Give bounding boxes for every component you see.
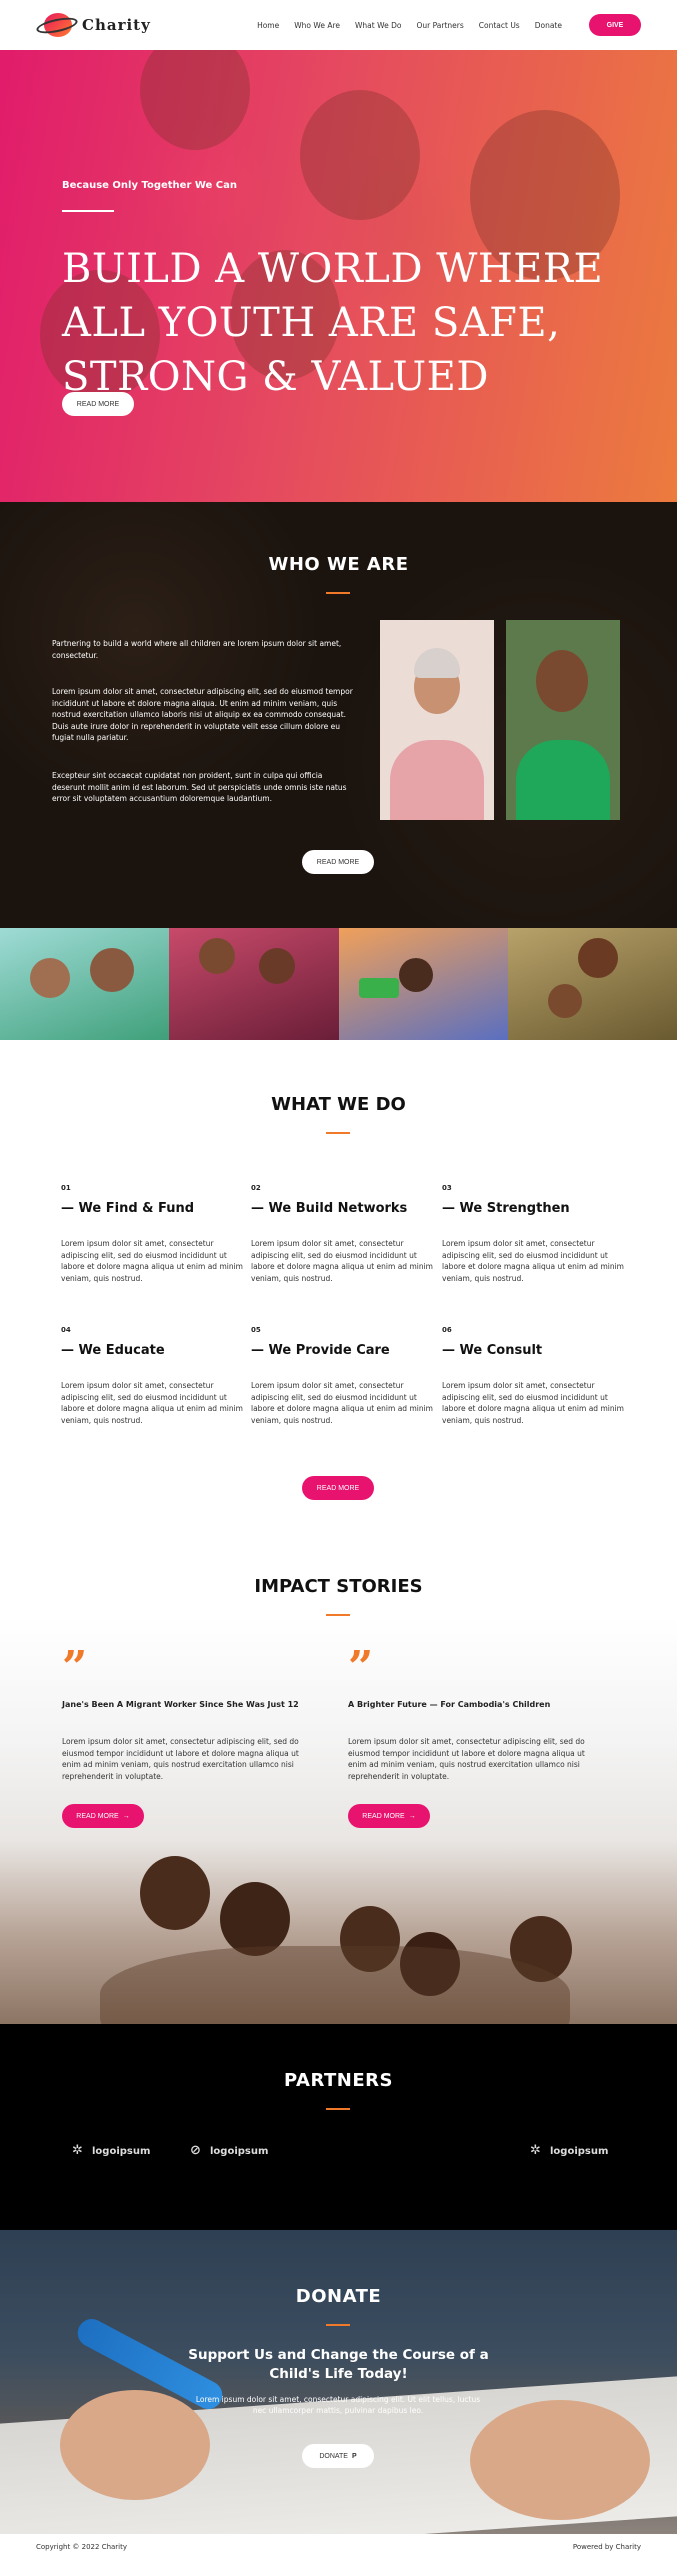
who-divider xyxy=(326,592,350,594)
who-read-more-button[interactable]: READ MORE xyxy=(302,850,374,874)
partners-section: PARTNERS ✲ logoipsum ⊘ logoipsum ✲ logoi… xyxy=(0,2024,677,2230)
hero-read-more-button[interactable]: READ MORE xyxy=(62,392,134,416)
what-we-do-title: WHAT WE DO xyxy=(271,1094,406,1115)
nav-our-partners[interactable]: Our Partners xyxy=(416,21,463,30)
who-paragraph-1: Partnering to build a world where all ch… xyxy=(52,639,342,660)
service-number: 02 xyxy=(251,1184,261,1192)
partner-logo-text: logoipsum xyxy=(92,2145,151,2157)
partner-logo-icon: ⊘ xyxy=(190,2143,201,2158)
service-body: Lorem ipsum dolor sit amet, consectetur … xyxy=(251,1381,433,1425)
main-nav: Home Who We Are What We Do Our Partners … xyxy=(257,14,641,36)
service-title: — We Provide Care xyxy=(251,1343,390,1358)
donate-subtitle: Support Us and Change the Course of a Ch… xyxy=(0,2346,677,2384)
service-title: — We Find & Fund xyxy=(61,1201,195,1216)
who-paragraph-2: Lorem ipsum dolor sit amet, consectetur … xyxy=(52,687,353,742)
partner-logo-text: logoipsum xyxy=(550,2145,609,2157)
story-2-read-more-label: READ MORE xyxy=(362,1812,405,1820)
who-we-are-section: WHO WE ARE Partnering to build a world w… xyxy=(0,502,677,928)
service-strengthen: 03 — We Strengthen Lorem ipsum dolor sit… xyxy=(442,1184,632,1284)
hero-title: BUILD A WORLD WHERE ALL YOUTH ARE SAFE, … xyxy=(62,246,604,400)
story-2-read-more-button[interactable]: READ MORE → xyxy=(348,1804,430,1828)
partner-logo-2[interactable]: ⊘ logoipsum xyxy=(190,2144,268,2158)
story-2-body: Lorem ipsum dolor sit amet, consectetur … xyxy=(348,1737,585,1781)
partners-divider xyxy=(326,2108,350,2110)
photo-kids-outdoors xyxy=(507,928,677,1040)
what-divider xyxy=(326,1132,350,1134)
story-1-read-more-label: READ MORE xyxy=(76,1812,119,1820)
service-build-networks: 02 — We Build Networks Lorem ipsum dolor… xyxy=(251,1184,441,1284)
service-find-fund: 01 — We Find & Fund Lorem ipsum dolor si… xyxy=(61,1184,251,1284)
service-body: Lorem ipsum dolor sit amet, consectetur … xyxy=(61,1239,243,1283)
arrow-right-icon: → xyxy=(408,1812,416,1820)
service-number: 05 xyxy=(251,1326,261,1334)
service-body: Lorem ipsum dolor sit amet, consectetur … xyxy=(61,1381,243,1425)
hero-eyebrow: Because Only Together We Can xyxy=(62,180,238,191)
service-educate: 04 — We Educate Lorem ipsum dolor sit am… xyxy=(61,1326,251,1426)
portrait-woman-green xyxy=(506,620,620,820)
site-header: Charity Home Who We Are What We Do Our P… xyxy=(0,0,677,50)
service-title: — We Educate xyxy=(61,1343,165,1358)
service-body: Lorem ipsum dolor sit amet, consectetur … xyxy=(442,1381,624,1425)
arrow-right-icon: → xyxy=(122,1812,130,1820)
donate-background-hand xyxy=(470,2400,650,2520)
donate-divider xyxy=(326,2324,350,2326)
nav-donate[interactable]: Donate xyxy=(535,21,562,30)
quote-icon: ” xyxy=(348,1642,374,1693)
service-body: Lorem ipsum dolor sit amet, consectetur … xyxy=(442,1239,624,1283)
partner-logo-text: logoipsum xyxy=(210,2145,269,2157)
partner-logo-icon: ✲ xyxy=(72,2143,83,2158)
service-title: — We Build Networks xyxy=(251,1201,408,1216)
service-number: 01 xyxy=(61,1184,71,1192)
photo-kids-smiling xyxy=(169,928,339,1040)
partner-logo-3[interactable]: ✲ logoipsum xyxy=(530,2144,608,2158)
give-button[interactable]: GIVE xyxy=(589,14,641,36)
logo[interactable]: Charity xyxy=(35,10,151,40)
donate-title: DONATE xyxy=(295,2286,382,2307)
nav-contact-us[interactable]: Contact Us xyxy=(479,21,520,30)
service-title: — We Consult xyxy=(442,1343,543,1358)
copyright-text: Copyright © 2022 Charity xyxy=(36,2543,128,2551)
what-read-more-button[interactable]: READ MORE xyxy=(302,1476,374,1500)
story-1-title: Jane's Been A Migrant Worker Since She W… xyxy=(62,1700,299,1709)
donate-button-label: DONATE xyxy=(319,2452,348,2460)
who-title: WHO WE ARE xyxy=(268,554,409,575)
service-number: 06 xyxy=(442,1326,452,1334)
donate-body: Lorem ipsum dolor sit amet, consectetur … xyxy=(195,2395,481,2415)
portrait-woman-beanie xyxy=(380,620,494,820)
service-body: Lorem ipsum dolor sit amet, consectetur … xyxy=(251,1239,433,1283)
hero-section: Because Only Together We Can BUILD A WOR… xyxy=(0,50,677,502)
impact-stories-title: IMPACT STORIES xyxy=(254,1576,423,1597)
nav-what-we-do[interactable]: What We Do xyxy=(355,21,401,30)
service-number: 04 xyxy=(61,1326,71,1334)
service-provide-care: 05 — We Provide Care Lorem ipsum dolor s… xyxy=(251,1326,441,1426)
donate-button[interactable]: DONATE P xyxy=(302,2444,374,2468)
nav-home[interactable]: Home xyxy=(257,21,279,30)
logo-icon xyxy=(35,10,80,40)
hero-divider xyxy=(62,210,114,212)
logo-text: Charity xyxy=(82,16,151,34)
photo-kids-classroom xyxy=(338,928,508,1040)
who-paragraph-3: Excepteur sint occaecat cupidatat non pr… xyxy=(52,771,347,803)
donate-section: DONATE Support Us and Change the Course … xyxy=(0,2230,677,2534)
partner-logo-icon: ✲ xyxy=(530,2143,541,2158)
partner-logo-1[interactable]: ✲ logoipsum xyxy=(72,2144,150,2158)
powered-by-text: Powered by Charity xyxy=(572,2543,641,2551)
site-footer: Copyright © 2022 Charity Powered by Char… xyxy=(0,2534,677,2560)
story-1-read-more-button[interactable]: READ MORE → xyxy=(62,1804,144,1828)
photo-thumbs-up xyxy=(0,928,170,1040)
partners-title: PARTNERS xyxy=(284,2070,393,2091)
service-title: — We Strengthen xyxy=(442,1201,570,1216)
donate-subtitle-line-1: Support Us and Change the Course of a xyxy=(188,2347,489,2363)
paypal-icon: P xyxy=(351,2452,357,2460)
donate-subtitle-line-2: Child's Life Today! xyxy=(269,2366,408,2382)
service-consult: 06 — We Consult Lorem ipsum dolor sit am… xyxy=(442,1326,632,1426)
story-2-title: A Brighter Future — For Cambodia's Child… xyxy=(348,1700,551,1709)
quote-icon: ” xyxy=(62,1642,88,1693)
photo-strip xyxy=(0,928,677,1040)
story-1-body: Lorem ipsum dolor sit amet, consectetur … xyxy=(62,1737,299,1781)
service-number: 03 xyxy=(442,1184,452,1192)
nav-who-we-are[interactable]: Who We Are xyxy=(294,21,340,30)
